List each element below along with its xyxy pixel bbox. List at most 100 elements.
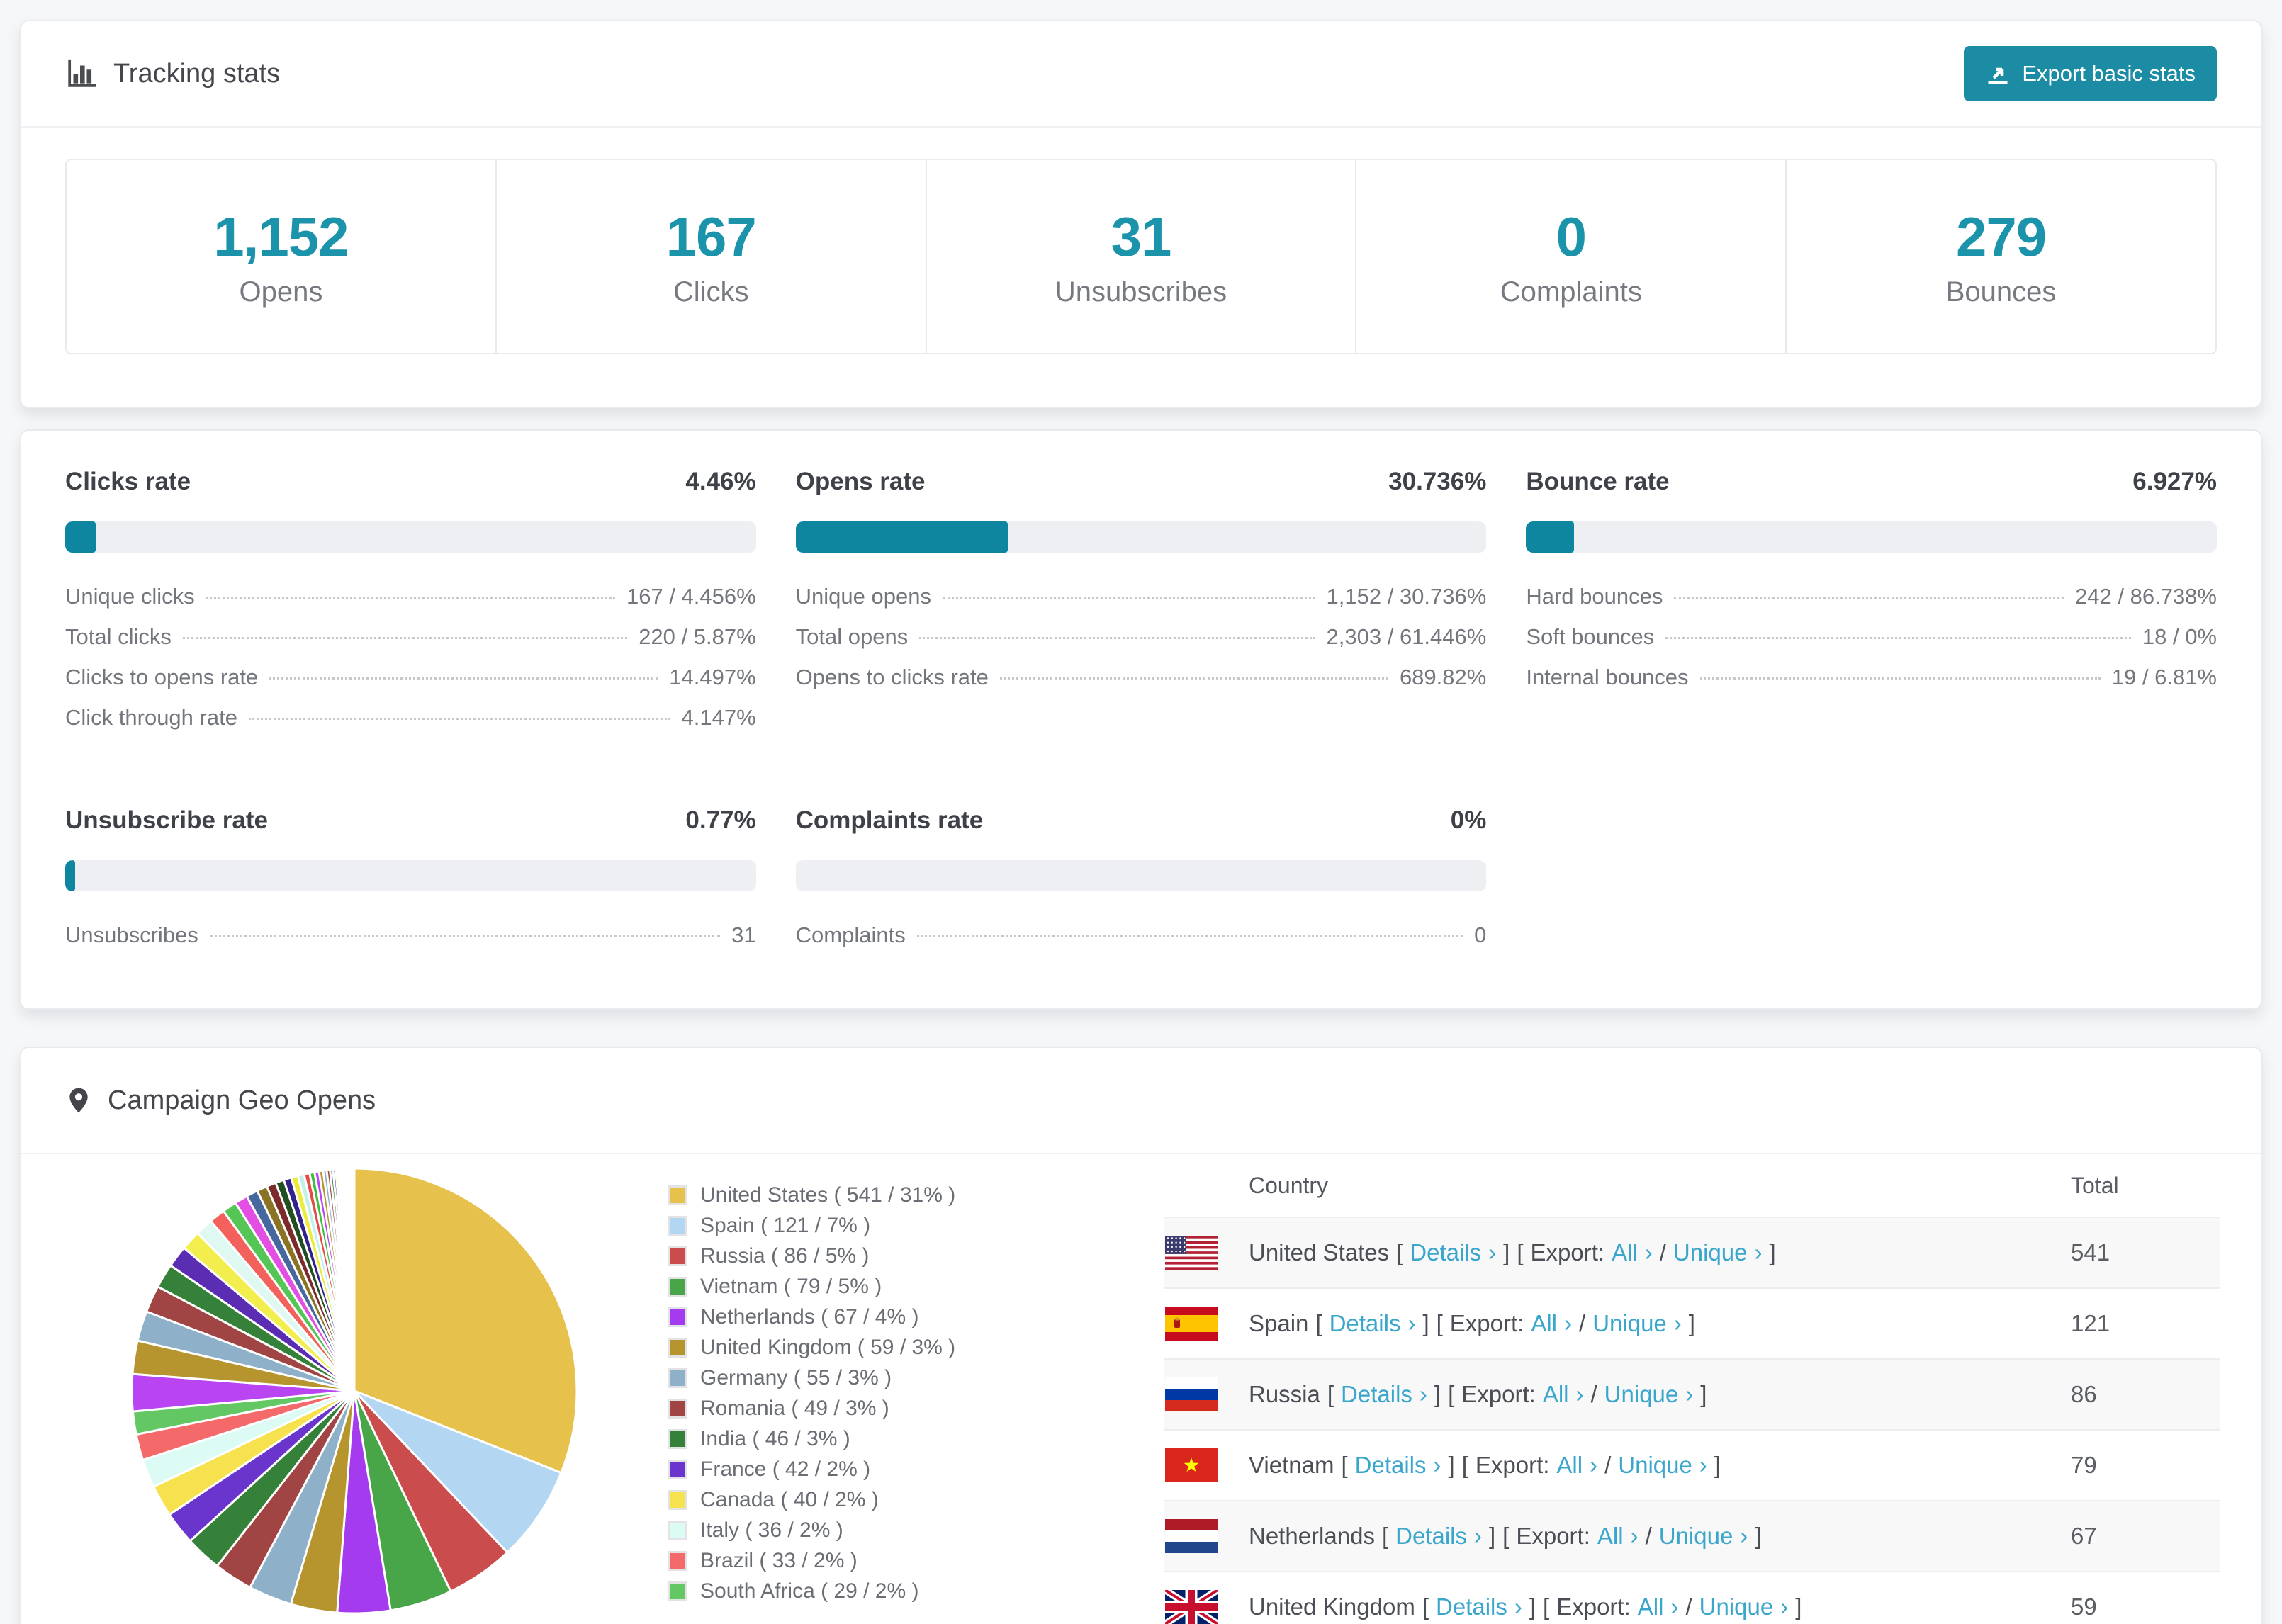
tracking-stats-header: Tracking stats Export basic stats — [21, 21, 2261, 128]
rate-stat-row: Hard bounces 242 / 86.738% — [1526, 584, 2217, 624]
rate-stat-row: Total clicks 220 / 5.87% — [65, 624, 756, 665]
export-label: Export: — [1461, 1381, 1536, 1407]
rate-stat-row: Unsubscribes 31 — [65, 923, 756, 963]
rate-stat-value: 220 / 5.87% — [639, 624, 756, 649]
legend-label: United States ( 541 / 31% ) — [700, 1183, 956, 1207]
rate-stat-value: 242 / 86.738% — [2075, 584, 2217, 609]
dotted-leader — [182, 637, 628, 639]
rate-rows: Complaints 0 — [796, 923, 1487, 963]
legend-item: United States ( 541 / 31% ) — [668, 1180, 955, 1210]
export-all-chevron[interactable]: › — [1564, 1310, 1572, 1337]
rate-stat-label: Unsubscribes — [65, 923, 198, 947]
export-all-chevron[interactable]: › — [1645, 1239, 1653, 1266]
stat-label: Opens — [239, 276, 323, 308]
table-row: Spain [Details ›] [Export: All › / Unique ›] 1… — [1164, 1287, 2220, 1358]
rate-rows: Unsubscribes 31 — [65, 923, 756, 963]
stat-label: Clicks — [673, 276, 749, 308]
country-total: 121 — [2071, 1310, 2110, 1336]
details-link[interactable]: Details — [1355, 1452, 1427, 1479]
dotted-leader — [919, 637, 1315, 639]
export-unique-link[interactable]: Unique — [1673, 1239, 1748, 1266]
country-total: 67 — [2071, 1523, 2097, 1549]
stat-value: 31 — [1111, 205, 1172, 268]
export-unique-chevron[interactable]: › — [1755, 1239, 1763, 1266]
table-row: Netherlands [Details ›] [Export: All › / Uniq… — [1164, 1500, 2220, 1571]
legend-label: India ( 46 / 3% ) — [700, 1426, 850, 1450]
export-label: Export: — [1475, 1452, 1550, 1478]
export-label: Export: — [1449, 1310, 1524, 1336]
details-link[interactable]: Details — [1341, 1381, 1412, 1408]
details-link[interactable]: Details — [1410, 1239, 1481, 1266]
export-label: Export: — [1556, 1594, 1631, 1620]
legend-item: Russia ( 86 / 5% ) — [668, 1241, 955, 1271]
details-link[interactable]: Details — [1330, 1310, 1401, 1337]
geo-body: United States ( 541 / 31% ) Spain ( 121 … — [21, 1154, 2261, 1624]
details-chevron[interactable]: › — [1434, 1452, 1441, 1479]
export-unique-link[interactable]: Unique — [1659, 1523, 1733, 1550]
export-unique-link[interactable]: Unique — [1699, 1594, 1774, 1620]
country-name: Spain — [1249, 1310, 1309, 1336]
rate-stat-value: 19 / 6.81% — [2111, 665, 2217, 689]
rate-stat-label: Soft bounces — [1526, 624, 1655, 649]
country-total: 59 — [2071, 1594, 2097, 1620]
export-all-link[interactable]: All — [1543, 1381, 1569, 1408]
rate-stat-label: Internal bounces — [1526, 665, 1689, 689]
rate-stat-row: Clicks to opens rate 14.497% — [65, 665, 756, 705]
export-all-chevron[interactable]: › — [1670, 1594, 1678, 1620]
export-unique-link[interactable]: Unique — [1604, 1381, 1679, 1408]
rate-rows: Unique opens 1,152 / 30.736% Total opens… — [796, 584, 1487, 705]
bracket-open-2: [ — [1448, 1381, 1455, 1407]
export-unique-chevron[interactable]: › — [1699, 1452, 1707, 1479]
details-link[interactable]: Details — [1436, 1594, 1507, 1620]
rate-progress-track — [795, 521, 1487, 553]
export-all-link[interactable]: All — [1638, 1594, 1664, 1620]
export-all-link[interactable]: All — [1531, 1310, 1557, 1337]
dotted-leader — [1665, 637, 2131, 639]
flag-nl-icon — [1165, 1519, 1218, 1553]
geo-title: Campaign Geo Opens — [65, 1084, 376, 1117]
rate-stat-label: Total opens — [795, 624, 909, 649]
rates-grid: Clicks rate 4.46% Unique clicks 167 / 4.… — [65, 468, 2217, 963]
details-chevron[interactable]: › — [1420, 1381, 1427, 1408]
legend-swatch — [668, 1550, 687, 1571]
export-all-link[interactable]: All — [1597, 1523, 1624, 1550]
bracket-open-2: [ — [1461, 1452, 1468, 1478]
export-all-chevron[interactable]: › — [1576, 1381, 1584, 1408]
bar-chart-icon — [68, 59, 96, 87]
export-all-link[interactable]: All — [1556, 1452, 1583, 1479]
table-row: United States [Details ›] [Export: All › / Un… — [1164, 1217, 2220, 1287]
export-unique-chevron[interactable]: › — [1780, 1594, 1788, 1620]
bracket-close: ] — [1448, 1452, 1455, 1478]
export-all-chevron[interactable]: › — [1631, 1523, 1639, 1550]
bracket-open: [ — [1422, 1594, 1429, 1620]
details-chevron[interactable]: › — [1407, 1310, 1415, 1337]
rate-stat-value: 31 — [731, 923, 756, 947]
country-total: 86 — [2071, 1381, 2097, 1407]
dotted-leader — [999, 677, 1388, 680]
bracket-close: ] — [1529, 1594, 1536, 1620]
details-chevron[interactable]: › — [1488, 1239, 1496, 1266]
legend-item: France ( 42 / 2% ) — [668, 1454, 955, 1484]
export-unique-chevron[interactable]: › — [1674, 1310, 1682, 1337]
country-name: Netherlands — [1249, 1523, 1375, 1549]
details-chevron[interactable]: › — [1474, 1523, 1482, 1550]
export-all-chevron[interactable]: › — [1590, 1452, 1597, 1479]
details-link[interactable]: Details — [1395, 1523, 1467, 1550]
export-unique-link[interactable]: Unique — [1618, 1452, 1692, 1479]
geo-legend: United States ( 541 / 31% ) Spain ( 121 … — [668, 1180, 955, 1606]
rate-rows: Unique clicks 167 / 4.456% Total clicks … — [65, 584, 756, 745]
export-label: Export: — [1516, 1523, 1590, 1549]
export-unique-chevron[interactable]: › — [1740, 1523, 1748, 1550]
table-row: Vietnam [Details ›] [Export: All › / Unique ›]… — [1164, 1429, 2220, 1500]
export-unique-link[interactable]: Unique — [1592, 1310, 1667, 1337]
details-chevron[interactable]: › — [1514, 1594, 1522, 1620]
rate-stat-row: Internal bounces 19 / 6.81% — [1526, 665, 2217, 705]
stat-label: Unsubscribes — [1055, 276, 1227, 308]
export-all-link[interactable]: All — [1612, 1239, 1638, 1266]
rate-progress-track — [65, 521, 756, 553]
export-basic-stats-button[interactable]: Export basic stats — [1964, 46, 2217, 101]
bracket-open: [ — [1315, 1310, 1322, 1336]
rate-progress-fill — [795, 521, 1008, 553]
export-unique-chevron[interactable]: › — [1685, 1381, 1693, 1408]
rate-title: Opens rate — [795, 468, 926, 495]
